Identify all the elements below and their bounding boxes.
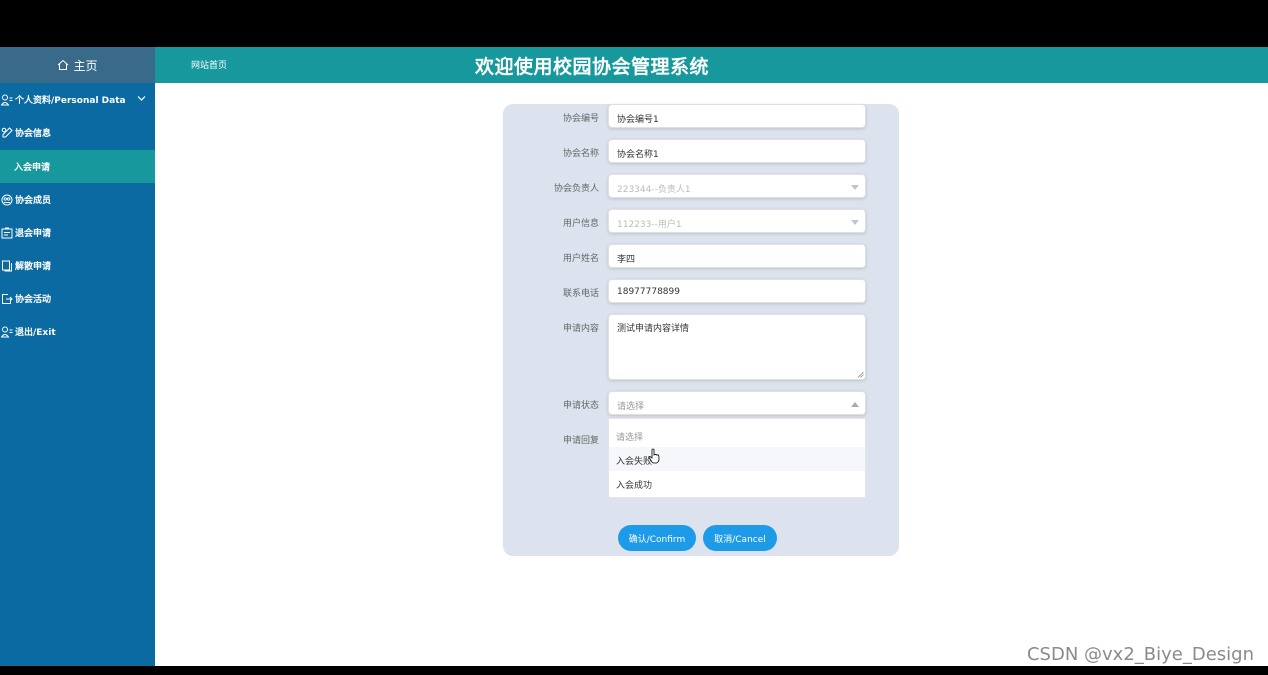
sidebar-item-members[interactable]: 协会成员 (0, 183, 155, 216)
home-icon (58, 59, 69, 70)
form-row-association-id: 协会编号 协会编号1 (503, 104, 899, 130)
form-row-user-info: 用户信息 112233--用户1 (503, 209, 899, 235)
field-label: 联系电话 (562, 289, 599, 299)
user-name-input[interactable]: 李四 (608, 244, 866, 268)
sidebar-item-exit[interactable]: 退出/Exit (0, 315, 155, 348)
resize-handle-icon[interactable] (857, 371, 864, 378)
field-label: 申请内容 (562, 324, 599, 334)
site-home-link[interactable]: 网站首页 (191, 58, 227, 71)
status-select[interactable]: 请选择 (608, 391, 866, 415)
form-icon (1, 227, 13, 238)
system-title: 欢迎使用校园协会管理系统 (475, 56, 710, 78)
form-row-phone: 联系电话 18977778899 (503, 279, 899, 305)
caret-down-icon (851, 220, 859, 225)
user-icon (1, 94, 13, 105)
association-id-input[interactable]: 协会编号1 (608, 104, 866, 128)
leader-select-value: 223344--负责人1 (617, 185, 691, 195)
form-row-status: 申请状态 请选择 (503, 391, 899, 417)
user-info-select-value: 112233--用户1 (617, 220, 682, 230)
logout-icon (1, 326, 13, 337)
sidebar-item-association-info[interactable]: 协会信息 (0, 116, 155, 149)
user-info-select[interactable]: 112233--用户1 (608, 209, 866, 233)
field-label: 协会名称 (562, 149, 599, 159)
edit-icon (1, 126, 13, 137)
cancel-button[interactable]: 取消/Cancel (703, 525, 777, 551)
document-icon (2, 260, 12, 271)
sidebar-item-label: 协会成员 (15, 196, 52, 206)
sidebar-item-label: 退会申请 (15, 229, 52, 239)
field-label: 申请状态 (562, 401, 599, 411)
content-textarea-value: 测试申请内容详情 (617, 324, 690, 334)
home-tab-label: 主页 (73, 58, 98, 73)
form-row-leader: 协会负责人 223344--负责人1 (503, 174, 899, 200)
sidebar-item-dissolve-application[interactable]: 解散申请 (0, 249, 155, 282)
caret-down-icon (851, 185, 859, 190)
sidebar: 个人资料/Personal Data 协会信息 入会申请 协会成员 退会申请 解… (0, 83, 155, 666)
status-dropdown: 请选择 入会失败 入会成功 (608, 418, 866, 498)
chevron-down-icon (137, 96, 146, 101)
hand-cursor-icon (648, 448, 660, 464)
sidebar-item-activities[interactable]: 协会活动 (0, 282, 155, 315)
export-icon (2, 293, 13, 304)
home-tab[interactable]: 主页 (0, 47, 155, 83)
field-label: 用户信息 (562, 219, 599, 229)
top-header: 主页 网站首页 欢迎使用校园协会管理系统 (0, 47, 1268, 83)
field-label: 协会负责人 (553, 184, 599, 194)
sidebar-item-personal-data[interactable]: 个人资料/Personal Data (0, 83, 155, 116)
app-window: 主页 网站首页 欢迎使用校园协会管理系统 个人资料/Personal Data … (0, 47, 1268, 666)
sidebar-item-label: 退出/Exit (15, 328, 56, 338)
sidebar-item-label: 解散申请 (15, 262, 52, 272)
form-row-association-name: 协会名称 协会名称1 (503, 139, 899, 165)
form-row-user-name: 用户姓名 李四 (503, 244, 899, 270)
status-option-success[interactable]: 入会成功 (609, 471, 865, 495)
leader-select[interactable]: 223344--负责人1 (608, 174, 866, 198)
association-name-input[interactable]: 协会名称1 (608, 139, 866, 163)
csdn-watermark: CSDN @vx2_Biye_Design (1026, 644, 1254, 665)
status-option-placeholder[interactable]: 请选择 (609, 423, 865, 447)
content-textarea[interactable]: 测试申请内容详情 (608, 314, 866, 380)
group-icon (1, 194, 13, 205)
form-row-content: 申请内容 测试申请内容详情 (503, 314, 899, 380)
phone-input[interactable]: 18977778899 (608, 279, 866, 303)
sidebar-item-join-application[interactable]: 入会申请 (0, 150, 155, 183)
caret-up-icon (851, 402, 859, 407)
sidebar-item-label: 协会活动 (15, 295, 52, 305)
sidebar-item-quit-application[interactable]: 退会申请 (0, 216, 155, 249)
sidebar-item-label: 入会申请 (14, 163, 51, 173)
confirm-button[interactable]: 确认/Confirm (618, 525, 696, 551)
field-label: 协会编号 (562, 114, 599, 124)
sidebar-item-label: 个人资料/Personal Data (15, 96, 126, 106)
sidebar-item-label: 协会信息 (15, 129, 52, 139)
field-label: 申请回复 (562, 436, 599, 446)
status-select-placeholder: 请选择 (617, 402, 645, 412)
join-application-form: 协会编号 协会编号1 协会名称 协会名称1 协会负责人 223344--负责人1… (503, 104, 899, 556)
field-label: 用户姓名 (562, 254, 599, 264)
